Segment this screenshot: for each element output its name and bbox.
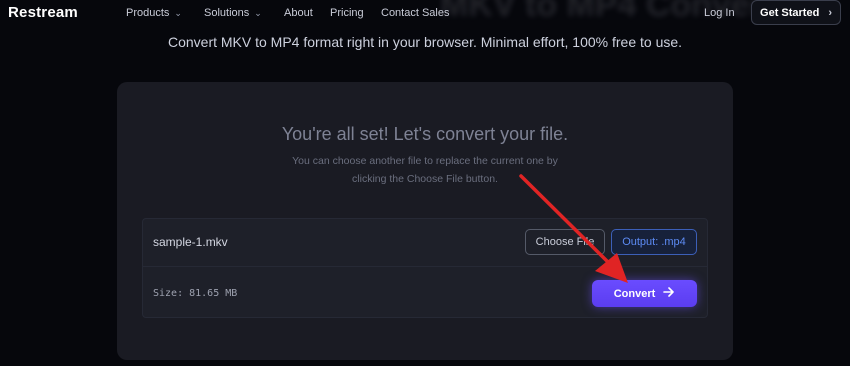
restream-logo[interactable]: Restream (8, 4, 78, 21)
card-title: You're all set! Let's convert your file. (281, 124, 569, 144)
nav-about[interactable]: About (284, 7, 313, 19)
arrow-right-icon (663, 287, 675, 300)
convert-button[interactable]: Convert (592, 280, 697, 307)
file-size: Size: 81.65 MB (153, 288, 238, 299)
get-started-button[interactable]: Get Started › (751, 0, 841, 25)
nav-products-label: Products (126, 7, 170, 19)
hero-subtitle: Convert MKV to MP4 format right in your … (167, 34, 683, 50)
panel-divider (142, 266, 708, 267)
nav-pricing[interactable]: Pricing (330, 7, 364, 19)
nav-contact-sales[interactable]: Contact Sales (381, 7, 449, 19)
chevron-right-icon: › (828, 6, 832, 19)
top-nav: Restream MKV to MP4 Converter Products ⌄ … (0, 0, 850, 26)
choose-file-button[interactable]: Choose File (525, 229, 605, 255)
nav-products[interactable]: Products ⌄ (126, 7, 182, 19)
convert-label: Convert (613, 287, 656, 300)
card-description-line-1: You can choose another file to replace t… (292, 155, 558, 167)
card-description: You can choose another file to replace t… (275, 152, 575, 188)
file-name: sample-1.mkv (153, 235, 228, 249)
output-format-button[interactable]: Output: .mp4 (611, 229, 697, 255)
login-link[interactable]: Log In (704, 7, 735, 19)
chevron-down-icon: ⌄ (254, 8, 262, 18)
get-started-label: Get Started (760, 6, 820, 19)
nav-solutions[interactable]: Solutions ⌄ (204, 7, 262, 19)
card-description-line-2: clicking the Choose File button. (352, 173, 498, 185)
chevron-down-icon: ⌄ (174, 8, 182, 18)
nav-solutions-label: Solutions (204, 7, 250, 19)
